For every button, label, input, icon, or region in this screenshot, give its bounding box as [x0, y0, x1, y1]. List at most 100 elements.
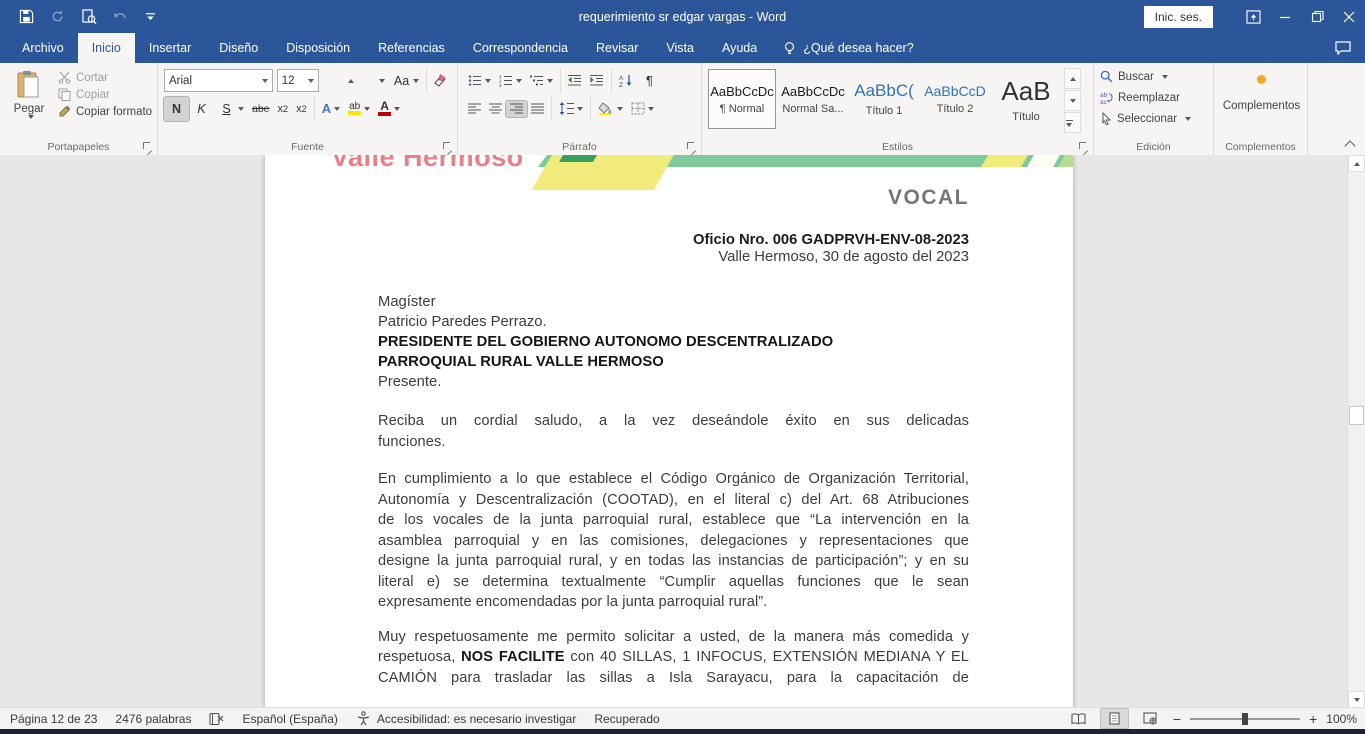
tab-archivo[interactable]: Archivo	[8, 33, 78, 63]
styles-scroll-down-icon[interactable]	[1064, 90, 1081, 111]
align-right-button[interactable]	[506, 101, 527, 117]
zoom-slider-thumb[interactable]	[1242, 713, 1248, 725]
style-titulo[interactable]: AaB Título	[992, 69, 1060, 129]
tell-me-box[interactable]: ¿Qué desea hacer?	[783, 33, 914, 63]
font-color-button[interactable]: A	[374, 99, 404, 118]
bold-button[interactable]: N	[164, 97, 189, 121]
read-mode-button[interactable]	[1065, 709, 1092, 728]
bullets-caret-icon	[485, 79, 491, 83]
tab-disposicion[interactable]: Disposición	[272, 33, 364, 63]
sort-button[interactable]: AZ	[615, 72, 637, 89]
borders-button[interactable]	[627, 100, 658, 117]
vertical-scrollbar[interactable]	[1347, 155, 1365, 708]
document-page[interactable]: Valle Hermoso VOCAL Oficio Nro. 006 GADP…	[265, 155, 1073, 708]
styles-scrollbar	[1064, 68, 1081, 137]
format-painter-label: Copiar formato	[76, 106, 152, 118]
scroll-up-icon[interactable]	[1348, 155, 1365, 172]
style-normal-sa[interactable]: AaBbCcDc Normal Sa...	[779, 69, 847, 129]
page-indicator[interactable]: Página 12 de 23	[10, 712, 97, 726]
zoom-level[interactable]: 100%	[1326, 712, 1357, 726]
tab-revisar[interactable]: Revisar	[582, 33, 652, 63]
align-center-button[interactable]	[485, 101, 506, 117]
close-button[interactable]	[1333, 0, 1365, 33]
zoom-in-button[interactable]: +	[1309, 711, 1317, 727]
replace-button[interactable]: abac Reemplazar	[1100, 88, 1209, 107]
highlight-button[interactable]: ab	[344, 100, 374, 117]
line-spacing-button[interactable]	[555, 100, 587, 117]
tab-ayuda[interactable]: Ayuda	[708, 33, 771, 63]
addins-button[interactable]: Complementos	[1223, 100, 1300, 112]
recovered-status[interactable]: Recuperado	[594, 712, 659, 726]
language-indicator[interactable]: Español (España)	[242, 712, 337, 726]
save-icon[interactable]	[18, 8, 35, 25]
minimize-button[interactable]	[1269, 0, 1301, 33]
proofing-status[interactable]	[209, 712, 224, 726]
strikethrough-button[interactable]: abe	[248, 97, 274, 121]
collapse-ribbon-icon[interactable]	[1346, 140, 1355, 149]
find-button[interactable]: Buscar	[1100, 67, 1209, 86]
shading-button[interactable]	[594, 100, 627, 117]
print-preview-icon[interactable]	[80, 8, 97, 25]
replace-icon: abac	[1100, 91, 1113, 104]
cut-label: Cortar	[76, 72, 108, 84]
bullets-button[interactable]	[464, 72, 495, 89]
print-layout-button[interactable]	[1101, 709, 1128, 728]
font-size-combo[interactable]: 12	[277, 69, 319, 92]
decrease-indent-button[interactable]	[564, 72, 586, 89]
accessibility-status[interactable]: Accesibilidad: es necesario investigar	[356, 711, 576, 726]
addins-dot-icon[interactable]	[1257, 75, 1266, 84]
styles-scroll-up-icon[interactable]	[1064, 68, 1081, 89]
zoom-slider[interactable]	[1190, 718, 1300, 720]
styles-more-icon[interactable]	[1064, 112, 1081, 133]
show-marks-button[interactable]: ¶	[637, 69, 662, 93]
shrink-font-button[interactable]	[358, 69, 389, 93]
change-case-letters: Aa	[393, 71, 410, 91]
clear-formatting-button[interactable]	[430, 72, 453, 90]
grow-font-button[interactable]	[327, 69, 358, 93]
parrafo-dialog-launcher-icon[interactable]	[687, 142, 696, 151]
customize-qat-icon[interactable]	[142, 8, 159, 25]
tab-diseno[interactable]: Diseño	[205, 33, 272, 63]
font-family-combo[interactable]: Arial	[164, 69, 273, 92]
superscript-button[interactable]: x2	[292, 101, 311, 117]
scrollbar-thumb[interactable]	[1349, 406, 1364, 425]
increase-indent-button[interactable]	[586, 72, 608, 89]
multilevel-list-button[interactable]	[526, 72, 557, 89]
numbering-button[interactable]: 123	[495, 72, 526, 89]
ribbon-display-options-icon[interactable]	[1237, 0, 1269, 33]
tab-vista[interactable]: Vista	[652, 33, 708, 63]
restore-button[interactable]	[1301, 0, 1333, 33]
style-titulo-2[interactable]: AaBbCcD Título 2	[921, 69, 989, 129]
style-titulo-1[interactable]: AaBbC( Título 1	[850, 69, 918, 129]
select-button[interactable]: Seleccionar	[1100, 109, 1209, 128]
group-label-fuente: Fuente	[158, 141, 457, 153]
tab-correspondencia[interactable]: Correspondencia	[459, 33, 582, 63]
subscript-button[interactable]: x2	[274, 101, 293, 117]
header-yellow-shape	[532, 155, 675, 190]
style-normal[interactable]: AaBbCcDc ¶ Normal	[708, 69, 776, 129]
align-left-button[interactable]	[464, 101, 485, 117]
italic-button[interactable]: K	[189, 97, 214, 121]
estilos-dialog-launcher-icon[interactable]	[1079, 142, 1088, 151]
sign-in-button[interactable]: Inic. ses.	[1144, 6, 1213, 28]
portapapeles-dialog-launcher-icon[interactable]	[143, 142, 152, 151]
tab-inicio[interactable]: Inicio	[78, 33, 135, 63]
change-case-button[interactable]: Aa	[389, 69, 423, 93]
fuente-dialog-launcher-icon[interactable]	[443, 142, 452, 151]
scroll-down-icon[interactable]	[1348, 691, 1365, 708]
tab-referencias[interactable]: Referencias	[364, 33, 459, 63]
format-painter-button[interactable]: Copiar formato	[58, 105, 152, 118]
word-count[interactable]: 2476 palabras	[115, 712, 191, 726]
underline-button[interactable]: S	[214, 97, 248, 121]
tab-insertar[interactable]: Insertar	[135, 33, 205, 63]
text-effects-button[interactable]: A	[318, 99, 344, 118]
zoom-out-button[interactable]: −	[1173, 711, 1181, 727]
comments-icon[interactable]	[1335, 33, 1351, 63]
group-label-portapapeles: Portapapeles	[0, 141, 157, 153]
cut-button: Cortar	[58, 71, 152, 84]
paste-button[interactable]: Pegar	[6, 68, 52, 137]
justify-button[interactable]	[527, 101, 548, 117]
web-layout-button[interactable]	[1137, 709, 1164, 728]
style-preview: AaBbCcD	[924, 83, 985, 99]
header-right-yellow-shape	[981, 155, 1028, 167]
